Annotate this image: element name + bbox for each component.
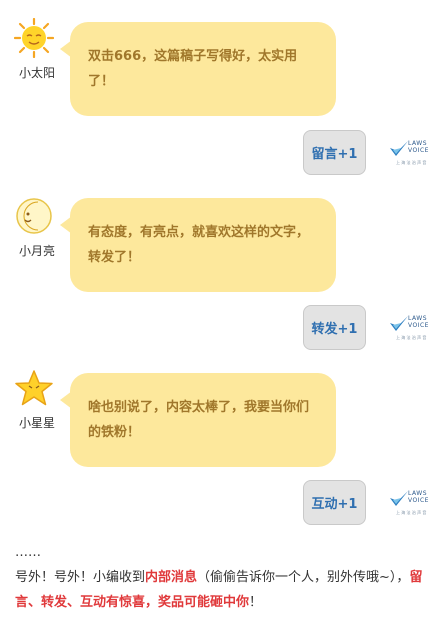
logo-line1: LAWS: [408, 140, 427, 147]
footer-announcement: 号外！号外！小编收到内部消息（偷偷告诉你一个人，别外传哦~），留言、转发、互动有…: [15, 565, 435, 615]
message-bubble: 有态度，有亮点，就喜欢这样的文字，转发了！: [60, 198, 336, 292]
message-bubble: 啥也别说了，内容太棒了，我要当你们的铁粉！: [60, 373, 336, 467]
message-bubble: 双击666，这篇稿子写得好，太实用了！: [60, 22, 336, 116]
logo-sub: 上 海 法 治 声 音: [396, 335, 427, 340]
logo-line1: LAWS: [408, 490, 427, 497]
laws-voice-logo: LAWS VOICE 上 海 法 治 声 音: [388, 488, 432, 518]
logo-line2: VOICE: [408, 147, 429, 154]
announcement-part-5: ！: [249, 595, 263, 610]
check-wing-icon: [390, 491, 408, 506]
footer-ellipsis: ……: [15, 545, 41, 560]
avatar-name: 小太阳: [18, 66, 55, 80]
laws-voice-logo: LAWS VOICE 上 海 法 治 声 音: [388, 313, 432, 343]
logo-line2: VOICE: [408, 322, 429, 329]
announcement-part-1: 号外！号外！小编收到: [15, 570, 146, 585]
share-plus-one-button[interactable]: 转发+1: [303, 305, 366, 350]
sun-icon: [13, 17, 55, 59]
avatar-star: [14, 368, 54, 408]
comment-plus-one-button[interactable]: 留言+1: [303, 130, 366, 175]
star-icon: [15, 370, 53, 406]
logo-line1: LAWS: [408, 315, 427, 322]
moon-icon: [16, 198, 52, 234]
interact-plus-one-button[interactable]: 互动+1: [303, 480, 366, 525]
check-wing-icon: [390, 316, 408, 331]
logo-sub: 上 海 法 治 声 音: [396, 510, 427, 515]
avatar-sun: [13, 17, 55, 59]
logo-sub: 上 海 法 治 声 音: [396, 160, 427, 165]
logo-line2: VOICE: [408, 497, 429, 504]
avatar-name: 小月亮: [18, 244, 55, 258]
laws-voice-logo: LAWS VOICE 上 海 法 治 声 音: [388, 138, 432, 168]
check-wing-icon: [390, 141, 408, 156]
avatar-moon: [14, 196, 54, 236]
avatar-name: 小星星: [18, 416, 55, 430]
announcement-part-3: （偷偷告诉你一个人，别外传哦~），: [197, 570, 410, 585]
inside-news-highlight: 内部消息: [145, 570, 198, 585]
